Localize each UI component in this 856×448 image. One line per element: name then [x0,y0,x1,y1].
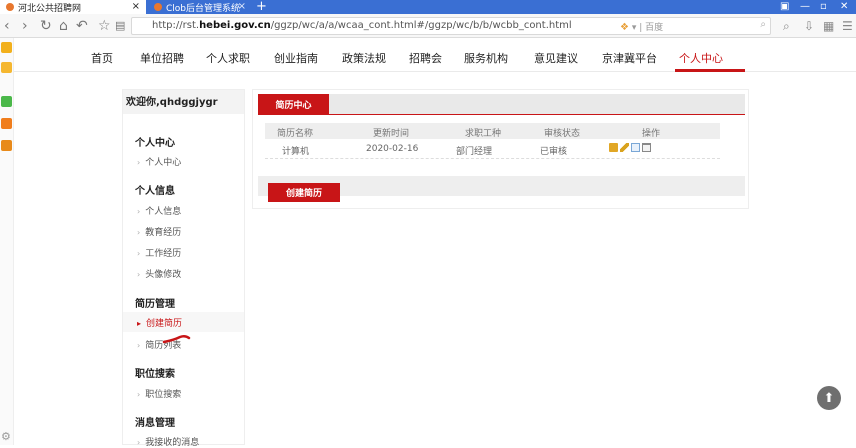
tab-title: Clob后台管理系统 [166,3,241,14]
skin-icon[interactable]: ▣ [780,0,789,14]
arrow-up-icon: ⬆ [823,390,835,406]
chevron-right-icon: › [137,158,141,167]
chevron-right-icon: › [137,438,141,447]
nav-personal-center[interactable]: 个人中心 [679,50,723,66]
cell-review-status: 已审核 [540,147,568,157]
close-window-button[interactable]: ✕ [840,0,848,14]
site-favicon-icon [6,3,14,11]
nav-jingjinji-platform[interactable]: 京津冀平台 [602,50,657,66]
cell-job-type: 部门经理 [456,147,493,157]
tab-close-icon[interactable]: × [132,1,140,12]
nav-job-seeking[interactable]: 个人求职 [206,50,250,66]
settings-gear-icon[interactable]: ⚙ [1,430,11,443]
menu-icon[interactable]: ☰ [842,18,853,34]
caret-right-icon: ▸ [137,319,142,328]
section-message-management: 消息管理 [135,418,175,429]
edit-pencil-icon[interactable] [620,143,629,152]
maximize-button[interactable]: ▫ [820,0,827,14]
col-job-type: 求职工种 [465,129,502,139]
col-updated-time: 更新时间 [373,129,410,139]
red-annotation-mark [162,334,191,344]
game-icon[interactable] [1,140,12,151]
active-nav-underline [675,69,745,72]
paw-icon: ❖ [620,22,629,33]
minimize-button[interactable]: — [800,0,810,14]
forward-arrow-icon[interactable]: › [22,17,28,35]
wechat-icon[interactable] [1,96,12,107]
resume-center-panel: 简历中心 简历名称 更新时间 求职工种 审核状态 操作 计算机 2020-02-… [252,89,749,209]
browser-sidebar [0,38,14,445]
nav-employer-recruit[interactable]: 单位招聘 [140,50,184,66]
nav-home[interactable]: 首页 [91,50,113,66]
tab-strip [258,94,745,114]
tab-resume-center[interactable]: 简历中心 [258,94,329,115]
link-received-messages[interactable]: › 我接收的消息 [137,435,199,448]
scroll-to-top-button[interactable]: ⬆ [817,386,841,410]
col-actions: 操作 [642,129,661,139]
address-toolbar: ‹ › ↻ ⌂ ↶ ☆ ▤ http://rst.hebei.gov.cn/gg… [0,14,856,38]
link-job-search[interactable]: › 职位搜索 [137,387,181,400]
chevron-right-icon: › [137,207,141,216]
create-resume-button[interactable]: 创建简历 [268,183,340,202]
search-tool-icon[interactable]: ⌕ [783,18,790,34]
section-job-search: 职位搜索 [135,369,175,380]
refresh-icon[interactable]: ↻ [40,17,52,35]
folder-icon[interactable] [609,143,618,152]
nav-startup-guide[interactable]: 创业指南 [274,50,318,66]
url-input[interactable]: http://rst.hebei.gov.cn/ggzp/wc/a/a/wcaa… [131,17,771,35]
chevron-right-icon: › [137,249,141,258]
col-resume-name: 简历名称 [277,129,314,139]
nav-service-agencies[interactable]: 服务机构 [464,50,508,66]
site-nav: 首页 单位招聘 个人求职 创业指南 政策法规 招聘会 服务机构 意见建议 京津冀… [14,38,856,72]
new-tab-button[interactable]: + [256,0,267,14]
home-icon[interactable]: ⌂ [59,17,68,35]
site-favicon-icon [154,3,162,11]
chevron-right-icon: › [137,270,141,279]
tab-title: 河北公共招聘网 [18,3,82,14]
browser-tab-bar: 河北公共招聘网 × Clob后台管理系统 × + ▣ — ▫ ✕ [0,0,856,14]
browser-tab-hebei[interactable]: 河北公共招聘网 × [0,0,146,14]
undo-icon[interactable]: ↶ [76,17,88,35]
link-personal-center[interactable]: › 个人中心 [137,155,181,168]
back-arrow-icon[interactable]: ‹ [4,17,10,35]
personal-center-sidebar: 欢迎你,qhdggjygr 个人中心 › 个人中心 个人信息 › 个人信息 › 教育经… [122,89,245,448]
browser-tab-clob[interactable]: Clob后台管理系统 × [148,0,252,14]
col-review-status: 审核状态 [544,129,581,139]
search-icon[interactable]: ⌕ [760,19,766,30]
link-personal-info[interactable]: › 个人信息 [137,204,181,217]
section-personal-center: 个人中心 [135,138,175,149]
apps-icon[interactable]: ▦ [823,18,834,34]
link-education[interactable]: › 教育经历 [137,225,181,238]
welcome-text: 欢迎你,qhdggjygr [123,90,244,114]
url-text: http://rst.hebei.gov.cn/ggzp/wc/a/a/wcaa… [152,20,572,31]
favorite-star-icon[interactable]: ☆ [98,17,111,35]
chevron-right-icon: › [137,390,141,399]
nav-feedback[interactable]: 意见建议 [534,50,578,66]
tab-underline [258,114,745,115]
search-engine-selector[interactable]: ❖ ▾ | 百度 [620,20,663,33]
section-personal-info: 个人信息 [135,186,175,197]
copy-icon[interactable] [631,143,640,152]
notes-icon[interactable] [1,62,12,73]
delete-trash-icon[interactable] [642,143,651,152]
cell-updated-time: 2020-02-16 [366,144,419,154]
section-resume-management: 简历管理 [135,299,175,310]
table-row-divider [265,158,720,159]
link-create-resume[interactable]: ▸ 创建简历 [137,316,182,329]
chevron-right-icon: › [137,228,141,237]
link-avatar-edit[interactable]: › 头像修改 [137,267,181,280]
link-work-experience[interactable]: › 工作经历 [137,246,181,259]
row-actions [609,143,651,152]
nav-job-fair[interactable]: 招聘会 [409,50,442,66]
download-icon[interactable]: ⇩ [804,18,814,34]
rss-icon[interactable] [1,118,12,129]
chevron-right-icon: › [137,341,141,350]
cell-resume-name[interactable]: 计算机 [282,144,309,157]
reader-icon[interactable]: ▤ [115,17,125,35]
favorites-icon[interactable] [1,42,12,53]
nav-policy[interactable]: 政策法规 [342,50,386,66]
tab-close-icon[interactable]: × [238,1,246,12]
